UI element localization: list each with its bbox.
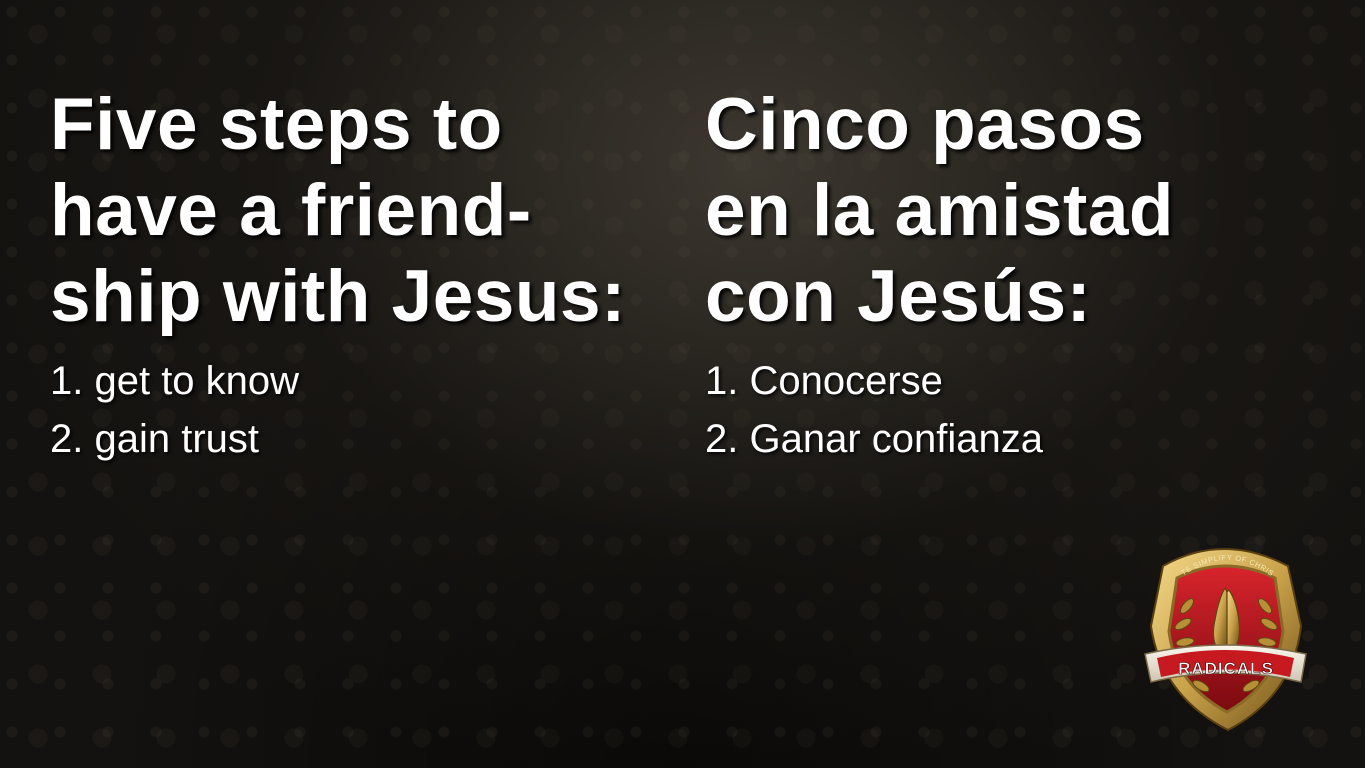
slide: Five steps to have a friend- ship with J… [0,0,1365,768]
spanish-step-item: 1. Conocerse [705,359,943,403]
english-step-item: 1. get to know [50,359,300,403]
spanish-steps-list: 1. Conocerse 2. Ganar confianza [705,352,1325,468]
english-title-line: ship with Jesus: [50,256,626,337]
english-step-item: 2. gain trust [50,417,260,461]
spanish-title-line: con Jesús: [705,256,1092,337]
spanish-step-item: 2. Ganar confianza [705,417,1043,461]
english-title-line: Five steps to [50,84,503,165]
spanish-title-line: en la amistad [705,170,1175,251]
english-title-line: have a friend- [50,170,532,251]
spanish-title: Cinco pasos en la amistad con Jesús: [705,82,1325,340]
english-title: Five steps to have a friend- ship with J… [50,82,680,340]
english-column: Five steps to have a friend- ship with J… [50,82,680,468]
english-steps-list: 1. get to know 2. gain trust [50,352,680,468]
badge-ribbon-text: RADICALS [1178,659,1274,678]
spanish-column: Cinco pasos en la amistad con Jesús: 1. … [705,82,1325,468]
radicals-badge-icon: VOTE SIMPLIFY OF CHRISTE RADICALS [1143,536,1307,732]
spanish-title-line: Cinco pasos [705,84,1145,165]
